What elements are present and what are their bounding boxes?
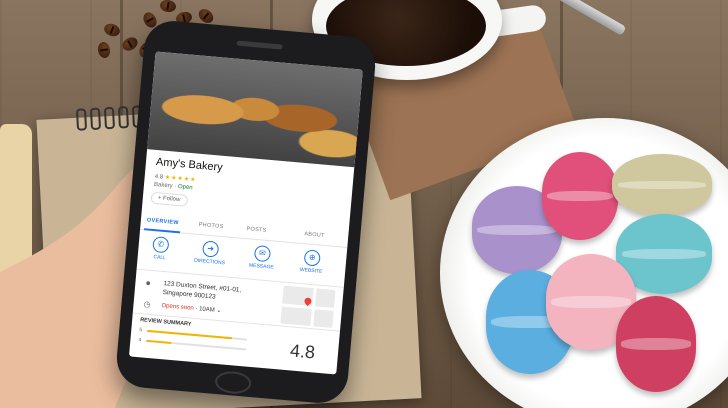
website-button[interactable]: ⊕ WEBSITE [291, 248, 333, 275]
call-button[interactable]: ✆ CALL [140, 235, 182, 262]
call-label: CALL [153, 254, 167, 262]
message-label: MESSAGE [248, 262, 274, 271]
tab-photos[interactable]: PHOTOS [198, 222, 223, 230]
globe-icon: ⊕ [303, 249, 321, 267]
map-thumbnail[interactable] [280, 285, 336, 328]
rating-value: 4.8 [154, 173, 164, 181]
fork [543, 0, 627, 36]
directions-label: DIRECTIONS [193, 257, 226, 267]
phone-icon: ✆ [152, 236, 170, 254]
average-rating: 4.8 [289, 340, 316, 363]
message-button[interactable]: ✉ MESSAGE [241, 244, 283, 271]
bar-track [146, 339, 247, 351]
tab-about[interactable]: ABOUT [304, 231, 325, 239]
coffee-bean [96, 41, 112, 59]
bar-star-label: 4 [138, 337, 142, 344]
smartphone: Amy's Bakery 4.8 ★★★★★ Bakery · Open + F… [114, 18, 378, 406]
bar-fill [147, 329, 233, 340]
tab-posts[interactable]: POSTS [246, 226, 267, 234]
bar-star-label: 5 [139, 327, 143, 334]
macaron-pistachio [612, 154, 712, 216]
hours-time: · 10AM [193, 305, 215, 314]
follow-button[interactable]: + Follow [150, 191, 188, 207]
phone-screen: Amy's Bakery 4.8 ★★★★★ Bakery · Open + F… [128, 51, 363, 375]
directions-icon: ➜ [201, 240, 220, 258]
category: Bakery [153, 181, 173, 190]
hours[interactable]: Opens soon · 10AM ⌄ [161, 302, 221, 314]
directions-button[interactable]: ➜ DIRECTIONS [189, 239, 231, 266]
open-status: Open [177, 183, 193, 192]
review-summary-title: REVIEW SUMMARY [139, 317, 192, 328]
clock-icon: ◷ [143, 299, 151, 310]
message-icon: ✉ [253, 244, 272, 263]
coffee-bean [159, 0, 177, 14]
macaron-pink [542, 152, 618, 240]
chevron-down-icon: ⌄ [216, 307, 222, 315]
bar-fill [146, 339, 172, 344]
active-tab-indicator [144, 228, 181, 234]
website-label: WEBSITE [299, 266, 323, 275]
macaron-raspberry [616, 296, 696, 392]
category-line: Bakery · Open [154, 182, 193, 191]
coffee-bean [120, 34, 140, 54]
business-name: Amy's Bakery [155, 155, 224, 174]
hours-status: Opens soon [161, 303, 194, 312]
coffee-bean [102, 21, 122, 39]
address[interactable]: 123 Duxton Street, #01-01, Singapore 900… [162, 279, 263, 306]
home-button[interactable] [214, 369, 252, 396]
tab-overview[interactable]: OVERVIEW [147, 217, 179, 226]
table-scene: Amy's Bakery 4.8 ★★★★★ Bakery · Open + F… [0, 0, 728, 408]
phone-speaker [236, 40, 283, 50]
location-pin-icon: ● [145, 277, 152, 288]
bakery-photo[interactable] [147, 51, 363, 168]
